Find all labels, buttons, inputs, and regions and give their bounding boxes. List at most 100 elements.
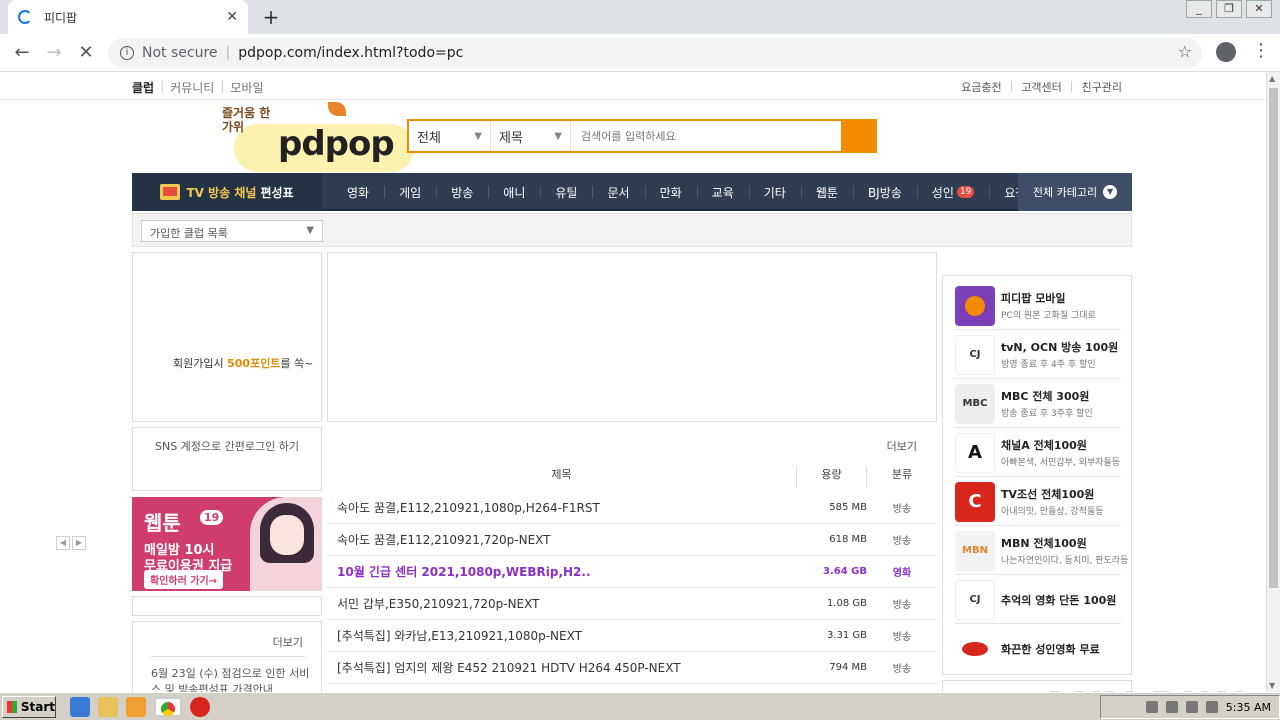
nav-game[interactable]: 게임 bbox=[384, 184, 436, 201]
nav-anime[interactable]: 애니 bbox=[488, 184, 540, 201]
item-size: 585 MB bbox=[829, 502, 867, 513]
tv-channel-schedule[interactable]: TV 방송 채널 편성표 bbox=[132, 173, 322, 211]
nav-comic[interactable]: 만화 bbox=[644, 184, 697, 201]
stop-icon[interactable]: ✕ bbox=[74, 42, 98, 63]
menu-charge[interactable]: 요금충전 bbox=[961, 79, 1001, 95]
menu-club[interactable]: 클럽 bbox=[132, 79, 154, 96]
nav-adult[interactable]: 성인 19 bbox=[916, 184, 990, 201]
nav-webtoon[interactable]: 웹툰 bbox=[800, 184, 853, 201]
system-tray: 5:35 AM bbox=[1100, 695, 1280, 719]
info-icon[interactable]: i bbox=[120, 46, 134, 60]
restore-button[interactable]: ❐ bbox=[1216, 0, 1242, 18]
scroll-up-icon[interactable]: ▲ bbox=[1269, 74, 1275, 83]
item-size: 3.64 GB bbox=[823, 566, 867, 577]
promo-item[interactable]: CJ 추억의 영화 단돈 100원 bbox=[955, 576, 1121, 624]
address-bar[interactable]: i Not secure | pdpop.com/index.html?todo… bbox=[108, 38, 1202, 68]
nav-items: 영화 게임 방송 애니 유틸 문서 만화 교육 기타 웹툰 BJ방송 성인 19 … bbox=[332, 173, 1064, 211]
list-item[interactable]: [추석특집] 엄지의 제왕 E452 210921 HDTV H264 450P… bbox=[327, 652, 937, 684]
scroll-down-icon[interactable]: ▼ bbox=[1269, 681, 1275, 690]
flag-icon[interactable] bbox=[1205, 701, 1218, 713]
sns-login-box[interactable]: SNS 계정으로 간편로그인 하기 bbox=[132, 427, 322, 491]
main-banner[interactable] bbox=[327, 252, 937, 422]
tab-close-icon[interactable]: ✕ bbox=[226, 9, 238, 25]
list-item[interactable]: [추석특집] 와카남,E13,210921,1080p-NEXT 3.31 GB… bbox=[327, 620, 937, 652]
notice-more-link[interactable]: 더보기 bbox=[273, 634, 303, 650]
folder-icon[interactable] bbox=[98, 696, 118, 717]
nav-movie[interactable]: 영화 bbox=[332, 184, 384, 201]
logo-text: pdpop bbox=[278, 124, 395, 164]
item-title[interactable]: 속아도 꿈결,E112,210921,1080p,H264-F1RST bbox=[327, 499, 817, 516]
menu-community[interactable]: 커뮤니티 bbox=[170, 79, 214, 96]
club-list-select[interactable]: 가입한 클럽 목록 ▼ bbox=[141, 220, 323, 242]
minimize-button[interactable]: _ bbox=[1186, 0, 1212, 18]
search-button[interactable] bbox=[841, 119, 877, 153]
list-item-highlighted[interactable]: 10월 긴급 센터 2021,1080p,WEBRip,H2.. 3.64 GB… bbox=[327, 556, 937, 588]
start-button[interactable]: Start bbox=[2, 695, 56, 718]
clock[interactable]: 5:35 AM bbox=[1226, 701, 1271, 714]
join-promo[interactable]: 회원가입시 500포인트를 쏙~ bbox=[173, 355, 313, 371]
browser-tab[interactable]: 피디팝 ✕ bbox=[8, 0, 248, 34]
menu-support[interactable]: 고객센터 bbox=[1021, 79, 1061, 95]
site-logo[interactable]: 즐거움 한가위 pdpop bbox=[218, 102, 416, 174]
volume-icon[interactable] bbox=[1165, 701, 1178, 713]
account-icon[interactable] bbox=[1216, 42, 1236, 62]
webtoon-cta[interactable]: 확인하러 가기→ bbox=[144, 570, 224, 589]
chrome-icon[interactable] bbox=[154, 696, 182, 717]
ie-icon[interactable] bbox=[70, 696, 90, 717]
header-size: 용량 bbox=[797, 466, 867, 488]
item-title[interactable]: 속아도 꿈결,E112,210921,720p-NEXT bbox=[327, 531, 817, 548]
list-item[interactable]: 서민 갑부,E350,210921,720p-NEXT 1.08 GB 방송 bbox=[327, 588, 937, 620]
divider bbox=[151, 656, 305, 657]
promo-sidebar: 피디팝 모바일 PC의 원본 고화질 그대로 CJ tvN, OCN 방송 100… bbox=[942, 275, 1132, 675]
tray-arrow-icon[interactable] bbox=[1145, 701, 1158, 713]
prev-arrow-icon[interactable]: ◀ bbox=[56, 536, 70, 550]
item-title[interactable]: 서민 갑부,E350,210921,720p-NEXT bbox=[327, 595, 817, 612]
nav-utility[interactable]: 유틸 bbox=[540, 184, 592, 201]
item-title[interactable]: [추석특집] 와카남,E13,210921,1080p-NEXT bbox=[327, 627, 817, 644]
list-item[interactable]: 속아도 꿈결,E112,210921,720p-NEXT 618 MB 방송 bbox=[327, 524, 937, 556]
forward-icon[interactable]: → bbox=[42, 42, 66, 63]
all-categories-button[interactable]: 전체 카테고리 ▼ bbox=[1018, 173, 1132, 211]
nav-document[interactable]: 문서 bbox=[592, 184, 644, 201]
promo-title: TV조선 전체100원 bbox=[1001, 488, 1095, 501]
search-scope-select[interactable]: 전체 ▼ bbox=[409, 121, 491, 151]
close-window-button[interactable]: ✕ bbox=[1246, 0, 1272, 18]
next-arrow-icon[interactable]: ▶ bbox=[72, 536, 86, 550]
nav-bj-broadcast[interactable]: BJ방송 bbox=[852, 184, 917, 201]
promo-item[interactable]: MBC MBC 전체 300원 방송 종료 후 3주후 할인 bbox=[955, 380, 1121, 428]
join-points: 500포인트 bbox=[227, 357, 281, 370]
menu-mobile[interactable]: 모바일 bbox=[230, 79, 263, 96]
promo-item[interactable]: C TV조선 전체100원 아내의맛, 만들상, 강적들등 bbox=[955, 478, 1121, 526]
carousel-arrows: ◀ ▶ bbox=[56, 536, 88, 550]
menu-friends[interactable]: 친구관리 bbox=[1082, 79, 1122, 95]
promo-item[interactable]: MBN MBN 전체100원 나는자연인이다, 동치미, 판도라등 bbox=[955, 527, 1128, 575]
promo-item[interactable]: A 채널A 전체100원 아빠본색, 서민갑부, 외부자들등 bbox=[955, 429, 1121, 477]
promo-text: MBC 전체 300원 방송 종료 후 3주후 할인 bbox=[1001, 388, 1093, 419]
watermark: ANY RUN bbox=[1040, 684, 1248, 692]
new-tab-button[interactable]: + bbox=[260, 5, 282, 29]
nav-broadcast[interactable]: 방송 bbox=[436, 184, 488, 201]
promo-item[interactable]: 화끈한 성인영화 무료 bbox=[955, 625, 1121, 673]
scroll-thumb[interactable] bbox=[1269, 88, 1278, 588]
network-icon[interactable] bbox=[1185, 701, 1198, 713]
url-text[interactable]: pdpop.com/index.html?todo=pc bbox=[238, 45, 463, 61]
item-title[interactable]: [추석특집] 엄지의 제왕 E452 210921 HDTV H264 450P… bbox=[327, 659, 817, 676]
webtoon-banner[interactable]: 웹툰 19 매일밤 10시 무료이용권 지급 확인하러 가기→ bbox=[132, 497, 322, 591]
vertical-scrollbar[interactable]: ▲ ▼ bbox=[1266, 72, 1280, 692]
promo-item[interactable]: CJ tvN, OCN 방송 100원 방영 종료 후 4주 후 할인 bbox=[955, 331, 1121, 379]
search-input[interactable] bbox=[571, 121, 841, 151]
back-icon[interactable]: ← bbox=[10, 42, 34, 63]
item-title[interactable]: 10월 긴급 센터 2021,1080p,WEBRip,H2.. bbox=[327, 563, 817, 580]
media-player-icon[interactable] bbox=[126, 696, 146, 717]
stop-sign-icon[interactable] bbox=[190, 696, 210, 717]
top-menu-left: 클럽 | 커뮤니티 | 모바일 bbox=[132, 79, 269, 96]
notice-item[interactable]: 6월 23일 (수) 점검으로 인한 서비스 및 방송편성표 가격안내 bbox=[151, 666, 311, 692]
nav-education[interactable]: 교육 bbox=[696, 184, 749, 201]
list-item[interactable]: 속아도 꿈결,E112,210921,1080p,H264-F1RST 585 … bbox=[327, 492, 937, 524]
menu-kebab-icon[interactable]: ⋮ bbox=[1252, 40, 1270, 61]
search-field-select[interactable]: 제목 ▼ bbox=[491, 121, 571, 151]
list-more-link[interactable]: 더보기 bbox=[887, 438, 917, 454]
promo-item[interactable]: 피디팝 모바일 PC의 원본 고화질 그대로 bbox=[955, 282, 1121, 330]
bookmark-star-icon[interactable]: ☆ bbox=[1178, 42, 1192, 61]
nav-etc[interactable]: 기타 bbox=[748, 184, 801, 201]
